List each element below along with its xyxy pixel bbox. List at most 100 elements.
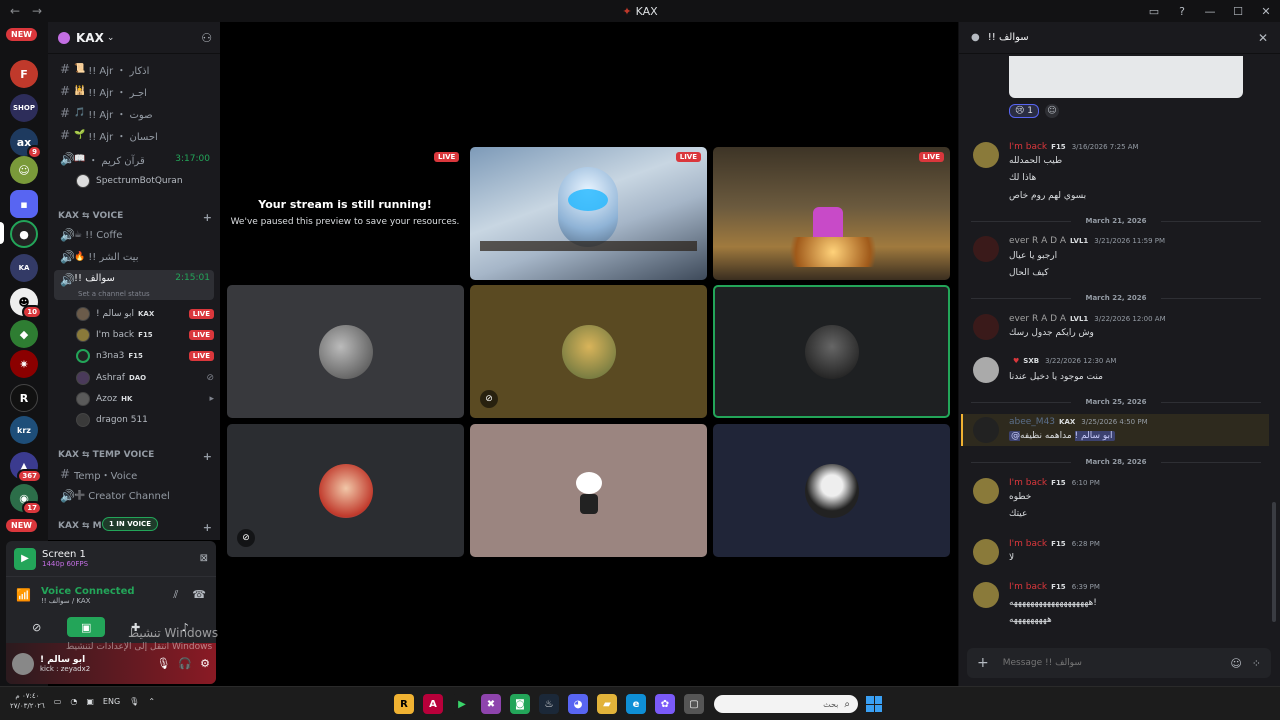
image-attachment[interactable] (1009, 56, 1243, 98)
participant-tile[interactable] (227, 285, 464, 418)
avatar[interactable] (973, 142, 999, 168)
voice-user[interactable]: dragon 511 (76, 410, 214, 430)
voice-user[interactable]: Azoz HK ▸ (76, 389, 214, 409)
inbox-icon[interactable]: ▭ (1140, 5, 1168, 18)
author-name[interactable]: I'm back (1009, 582, 1047, 592)
scrollbar[interactable] (1272, 502, 1276, 622)
emoji-icon[interactable]: ☺ (1230, 657, 1241, 670)
category-voice[interactable]: KAX ⇆ VOICE + (58, 211, 212, 224)
avatar[interactable] (973, 582, 999, 608)
server-icon[interactable]: ▲ 367 (10, 452, 42, 483)
forward-arrow-icon[interactable]: → (32, 4, 44, 18)
text-channel[interactable]: # 🎵!! Ajr ・ صوت (54, 103, 214, 123)
edge-icon[interactable]: e (626, 694, 646, 714)
server-icon[interactable]: ◆ (10, 320, 38, 348)
voice-channel[interactable]: 🔊 📖 ・ قرآن كريم 3:17:00 (54, 149, 214, 169)
help-icon[interactable]: ? (1168, 5, 1196, 18)
guild-header[interactable]: KAX ⌄ ⚇ (48, 22, 220, 54)
server-icon[interactable]: ☻ 10 (10, 288, 42, 319)
author-name[interactable]: I'm back (1009, 539, 1047, 549)
plus-icon[interactable]: + (203, 450, 212, 463)
app-icon[interactable]: ◙ (510, 694, 530, 714)
steam-icon[interactable]: ♨ (539, 694, 559, 714)
voice-user[interactable]: Ashraf DAO ⊘ (76, 368, 214, 388)
stream-tile[interactable]: LIVE (470, 147, 707, 280)
app-icon[interactable]: ✖ (481, 694, 501, 714)
voice-channel[interactable]: 🔊 🔥!! بيت الشر (54, 247, 214, 267)
microphone-icon[interactable]: 🎙 (129, 697, 139, 706)
author-name[interactable]: ever R A D A (1009, 236, 1066, 246)
participant-tile-speaking[interactable] (713, 285, 950, 418)
participant-tile[interactable]: ⊘ (227, 424, 464, 557)
app-icon[interactable]: A (423, 694, 443, 714)
author-name[interactable]: abee_M43 (1009, 417, 1055, 427)
app-icon[interactable]: ▢ (684, 694, 704, 714)
channel-status[interactable]: Set a channel status (78, 290, 150, 298)
app-icon[interactable]: R (394, 694, 414, 714)
copilot-icon[interactable]: ✿ (655, 694, 675, 714)
back-arrow-icon[interactable]: ← (10, 4, 22, 18)
avatar[interactable] (12, 652, 34, 675)
attach-plus-icon[interactable]: + (977, 655, 989, 671)
language-indicator[interactable]: ENG (103, 697, 120, 706)
avatar[interactable] (973, 417, 999, 443)
minimize-button[interactable]: — (1196, 5, 1224, 18)
microphone-icon[interactable]: 🎙 (156, 657, 170, 670)
close-icon[interactable]: ✕ (1258, 31, 1268, 45)
signal-icon[interactable]: 📶 (16, 588, 31, 602)
text-channel[interactable]: # 📜!! Ajr ・ اذكار (54, 59, 214, 79)
voice-user[interactable]: I'm back F15 LIVE (76, 325, 214, 345)
server-icon[interactable]: SHOP (10, 94, 38, 122)
add-member-icon[interactable]: ⚇ (201, 31, 212, 45)
chevron-up-icon[interactable]: ⌃ (148, 697, 155, 706)
folder-icon[interactable]: ▪ (10, 190, 38, 218)
clock[interactable]: ٠٧:٤٠ م ٢٧/٠٣/٢٠٢٦ (10, 691, 45, 711)
app-icon[interactable]: ▶ (452, 694, 472, 714)
author-name[interactable]: ever R A D A (1009, 314, 1066, 324)
avatar[interactable] (973, 539, 999, 565)
reaction[interactable]: 😢 1 (1009, 104, 1039, 118)
add-reaction-icon[interactable]: ☺ (1044, 104, 1059, 118)
server-icon[interactable]: R (10, 384, 38, 412)
avatar[interactable] (973, 236, 999, 262)
apps-icon[interactable]: ⁘ (1252, 657, 1261, 670)
participant-tile[interactable] (713, 424, 950, 557)
noise-suppression-icon[interactable]: ⫽ (173, 588, 178, 602)
category-temp-voice[interactable]: KAX ⇆ TEMP VOICE + (58, 450, 212, 463)
author-name[interactable]: I'm back (1009, 478, 1047, 488)
plus-icon[interactable]: + (203, 211, 212, 224)
avatar[interactable] (973, 357, 999, 383)
avatar[interactable] (973, 478, 999, 504)
maximize-button[interactable]: ☐ (1224, 5, 1252, 18)
plus-icon[interactable]: + (203, 521, 212, 534)
disconnect-icon[interactable]: ☎ (192, 588, 206, 602)
voice-user[interactable]: ! ابو سالم KAX LIVE (76, 304, 214, 324)
in-voice-pill[interactable]: 1 IN VOICE (102, 517, 158, 531)
avatar[interactable] (973, 314, 999, 340)
server-icon[interactable]: ✷ (10, 350, 38, 378)
display-icon[interactable]: ▣ (86, 697, 94, 706)
participant-tile[interactable] (470, 424, 707, 557)
server-icon[interactable]: ax 9 (10, 128, 42, 159)
discord-icon[interactable]: ◕ (568, 694, 588, 714)
camera-off-button[interactable]: ⊘ (18, 617, 56, 637)
taskbar-search[interactable]: بحث ⌕ (714, 695, 858, 713)
server-icon[interactable]: krz (10, 416, 38, 444)
voice-channel-path[interactable]: !! سوالف / KAX (41, 597, 135, 605)
text-channel[interactable]: # 🌱!! Ajr ・ احسان (54, 125, 214, 145)
voice-channel[interactable]: 🔊 ➕ Creator Channel (54, 486, 214, 506)
text-channel[interactable]: # 🕌!! Ajr ・ اجـر (54, 81, 214, 101)
server-icon[interactable]: F (10, 60, 38, 88)
voice-channel[interactable]: 🔊 ☕!! Coffe (54, 225, 214, 245)
voice-user[interactable]: n3na3 F15 LIVE (76, 346, 214, 366)
text-channel[interactable]: # Temp・Voice (54, 464, 214, 484)
server-icon[interactable]: ● (10, 220, 38, 248)
headphones-icon[interactable]: 🎧 (178, 657, 192, 670)
message-input[interactable] (1002, 658, 1221, 668)
close-button[interactable]: ✕ (1252, 5, 1280, 18)
stream-tile[interactable]: LIVE (713, 147, 950, 280)
windows-start-icon[interactable] (866, 696, 882, 712)
screen-share-button[interactable]: ▣ (67, 617, 106, 637)
gear-icon[interactable]: ⚙ (200, 657, 210, 670)
network-icon[interactable]: ◔ (70, 697, 77, 706)
